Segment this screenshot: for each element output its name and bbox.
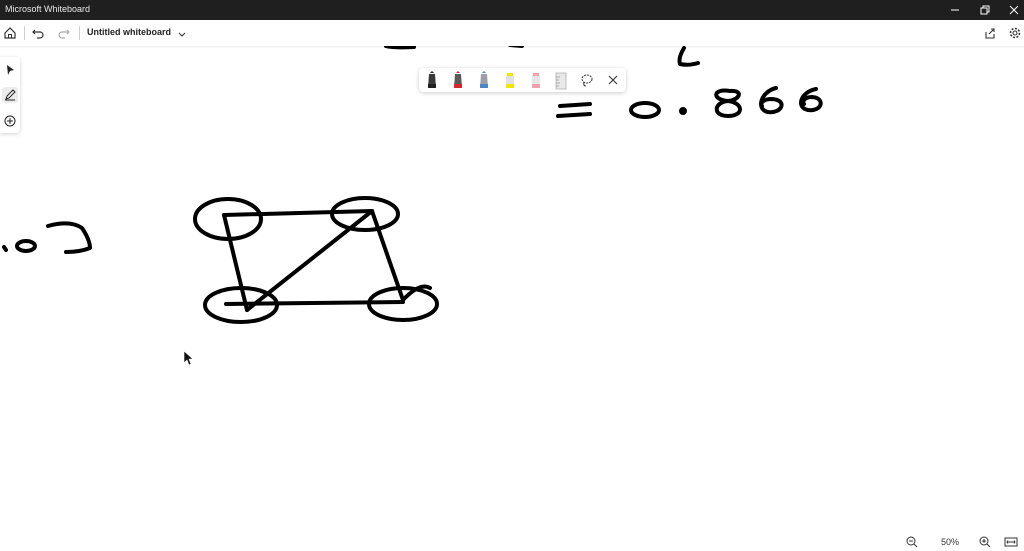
title-bar: Microsoft Whiteboard <box>0 0 1024 20</box>
close-icon <box>1009 5 1019 15</box>
minimize-button[interactable] <box>940 0 970 20</box>
ink-stroke <box>714 88 742 118</box>
board-title[interactable]: Untitled whiteboard <box>87 27 171 37</box>
window-title: Microsoft Whiteboard <box>5 4 91 14</box>
close-palette-button[interactable] <box>605 72 621 92</box>
restore-button[interactable] <box>970 0 1000 20</box>
pink-highlighter-icon <box>532 73 540 88</box>
minimize-icon <box>951 9 959 11</box>
whiteboard-canvas[interactable] <box>0 46 1024 550</box>
zoom-in-button[interactable] <box>978 533 992 551</box>
fit-screen-icon <box>1004 537 1018 547</box>
add-button[interactable] <box>2 113 18 129</box>
ruler-tool[interactable] <box>553 71 569 91</box>
undo-icon <box>32 29 44 39</box>
add-circle-icon <box>4 115 16 127</box>
app-toolbar: Untitled whiteboard <box>0 20 1024 46</box>
ink-stroke <box>556 112 592 118</box>
zoom-out-icon <box>906 536 918 548</box>
share-icon <box>985 28 995 39</box>
ink-stroke <box>759 86 784 115</box>
zoom-out-button[interactable] <box>905 533 919 551</box>
ink-stroke <box>46 221 92 254</box>
close-window-button[interactable] <box>999 0 1024 20</box>
ink-stroke <box>2 245 8 252</box>
black-pen-icon <box>428 71 436 88</box>
ink-stroke <box>629 101 661 119</box>
ink-stroke <box>799 87 823 113</box>
select-tool[interactable] <box>2 62 18 78</box>
ruler-icon <box>555 72 567 90</box>
yellow-highlighter-icon <box>506 73 514 88</box>
restore-icon <box>980 5 990 15</box>
ink-tool[interactable] <box>2 87 18 103</box>
home-icon <box>4 27 16 39</box>
fit-to-screen-button[interactable] <box>1004 533 1018 551</box>
toolbar-divider <box>79 26 80 40</box>
pink-highlighter[interactable] <box>528 71 544 91</box>
ink-stroke <box>677 46 700 67</box>
ink-stroke <box>384 46 416 50</box>
settings-button[interactable] <box>1005 23 1024 43</box>
redo-button[interactable] <box>54 23 74 43</box>
blue-pen-icon <box>480 71 488 88</box>
pen-palette <box>419 68 626 92</box>
pen-icon <box>5 89 16 101</box>
lasso-icon <box>581 74 593 87</box>
red-pen[interactable] <box>450 71 466 91</box>
yellow-highlighter[interactable] <box>502 71 518 91</box>
zoom-level-label: 50% <box>941 537 960 547</box>
graph-edge <box>245 209 374 312</box>
black-pen[interactable] <box>424 71 440 91</box>
zoom-level[interactable]: 50% <box>941 533 959 551</box>
toolbar-divider <box>24 26 25 40</box>
gear-icon <box>1009 27 1021 39</box>
mouse-cursor-icon <box>183 350 194 366</box>
undo-button[interactable] <box>28 23 48 43</box>
share-button[interactable] <box>980 23 1000 43</box>
tool-rail <box>0 57 20 133</box>
ink-strokes <box>2 46 823 324</box>
home-button[interactable] <box>0 23 20 43</box>
ink-stroke <box>679 107 687 115</box>
redo-icon <box>58 29 70 39</box>
close-icon <box>608 75 618 85</box>
graph-edge <box>222 209 374 217</box>
blue-pen[interactable] <box>476 71 492 91</box>
ink-stroke <box>558 102 592 108</box>
red-pen-icon <box>454 71 462 88</box>
zoom-in-icon <box>979 536 991 548</box>
lasso-tool[interactable] <box>579 72 595 92</box>
ink-stroke <box>15 239 37 253</box>
chevron-down-icon[interactable] <box>177 27 187 45</box>
pointer-icon <box>7 65 14 75</box>
graph-edge <box>224 300 405 306</box>
graph-edge <box>222 213 249 312</box>
